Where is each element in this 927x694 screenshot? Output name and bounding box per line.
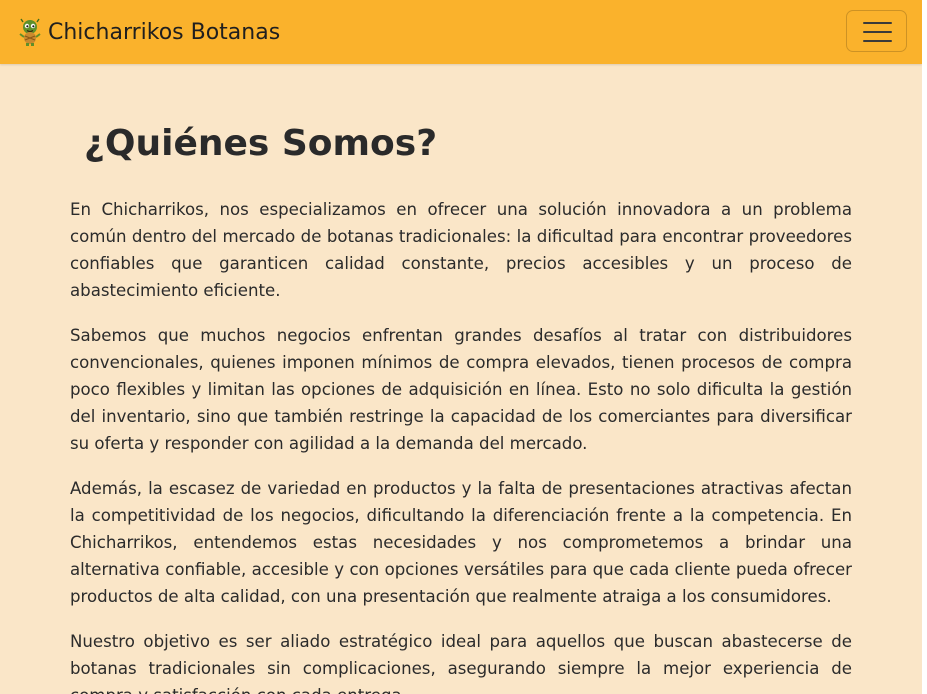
brand-link[interactable]: Chicharrikos Botanas [18,16,280,48]
window-edge [922,0,927,694]
page-title: ¿Quiénes Somos? [84,123,438,164]
about-paragraph-3: Además, la escasez de variedad en produc… [70,479,852,606]
hamburger-menu-icon [863,21,892,43]
about-paragraph-4: Nuestro objetivo es ser aliado estratégi… [70,632,852,694]
brand-name: Chicharrikos Botanas [48,19,281,45]
about-paragraph-2: Sabemos que muchos negocios enfrentan gr… [70,326,852,453]
navbar: Chicharrikos Botanas [0,0,922,64]
menu-toggle-button[interactable] [846,10,907,52]
page-frame: Chicharrikos Botanas ¿Quiénes Somos? En … [0,0,922,694]
about-paragraph-1: En Chicharrikos, nos especializamos en o… [70,200,852,300]
about-section: ¿Quiénes Somos? En Chicharrikos, nos esp… [70,118,852,694]
chicharron-mascot-icon [18,18,42,46]
